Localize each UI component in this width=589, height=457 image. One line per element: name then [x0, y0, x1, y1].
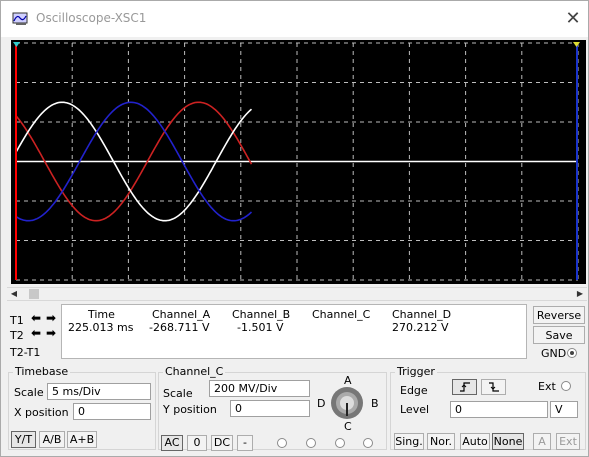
horizontal-scrollbar[interactable]: ◀ ▶	[7, 287, 587, 301]
value-channel-a: -268.711 V	[149, 321, 210, 334]
gnd-label: GND	[541, 347, 567, 360]
trigger-single-button[interactable]: Sing.	[394, 433, 424, 450]
channel-radio-4[interactable]	[363, 438, 373, 448]
trigger-source-ext-button[interactable]: Ext	[556, 433, 580, 450]
y-position-label: Y position	[163, 403, 217, 416]
save-button[interactable]: Save	[533, 326, 585, 344]
ext-radio[interactable]	[561, 381, 571, 391]
rising-edge-icon[interactable]	[452, 379, 477, 395]
knob-label-c: C	[344, 420, 352, 433]
mode-aplusb-button[interactable]: A+B	[67, 431, 97, 448]
reverse-button[interactable]: Reverse	[533, 306, 585, 324]
gnd-radio[interactable]	[567, 348, 577, 358]
x-position-label: X position	[14, 406, 69, 419]
scroll-thumb[interactable]	[29, 289, 39, 299]
trigger-title: Trigger	[395, 365, 437, 378]
header-channel-d: Channel_D	[392, 308, 452, 321]
scroll-left-icon[interactable]: ◀	[7, 288, 21, 300]
channel-selector-knob-icon[interactable]	[330, 386, 364, 420]
scroll-right-icon[interactable]: ▶	[573, 288, 587, 300]
timebase-scale-label: Scale	[14, 386, 44, 399]
mode-yt-button[interactable]: Y/T	[11, 431, 36, 448]
traces	[15, 101, 578, 222]
cursor-t2-marker[interactable]	[573, 42, 580, 47]
title-bar[interactable]: Oscilloscope-XSC1 ✕	[1, 1, 588, 37]
timebase-title: Timebase	[13, 365, 71, 378]
x-position-field[interactable]: 0	[73, 403, 151, 420]
header-time: Time	[88, 308, 115, 321]
header-channel-a: Channel_A	[152, 308, 211, 321]
level-label: Level	[400, 403, 430, 416]
cursor-t1-line[interactable]	[15, 43, 17, 280]
cursor-diff-label: T2-T1	[10, 346, 41, 359]
channel-radio-3[interactable]	[335, 438, 345, 448]
oscilloscope-window: Oscilloscope-XSC1 ✕ ◀ ▶ T1 ⬅ ➡ T2 ⬅ ➡ T2…	[0, 0, 589, 457]
cursor-t1-label: T1	[10, 314, 24, 327]
value-time: 225.013 ms	[68, 321, 134, 334]
measurement-readout: Time Channel_A Channel_B Channel_C Chann…	[61, 304, 527, 359]
coupling-minus-button[interactable]: -	[237, 435, 253, 451]
cursor-t2-label: T2	[10, 329, 24, 342]
t2-left-arrow-icon[interactable]: ⬅	[29, 327, 43, 341]
channel-radio-2[interactable]	[306, 438, 316, 448]
channel-title: Channel_C	[163, 365, 226, 378]
falling-edge-icon[interactable]	[481, 379, 506, 395]
knob-label-d: D	[317, 397, 326, 410]
coupling-zero-button[interactable]: 0	[187, 435, 207, 451]
coupling-dc-button[interactable]: DC	[211, 435, 233, 451]
channel-scale-field[interactable]: 200 MV/Div	[209, 380, 310, 397]
trigger-auto-button[interactable]: Auto	[460, 433, 490, 450]
trigger-level-unit[interactable]: V	[550, 401, 578, 418]
knob-label-b: B	[371, 397, 379, 410]
ext-label: Ext	[538, 380, 556, 393]
value-channel-b: -1.501 V	[237, 321, 284, 334]
channel-scale-label: Scale	[163, 387, 193, 400]
trigger-source-a-button[interactable]: A	[533, 433, 551, 450]
t2-right-arrow-icon[interactable]: ➡	[44, 327, 58, 341]
timebase-scale-field[interactable]: 5 ms/Div	[47, 383, 151, 400]
header-channel-c: Channel_C	[312, 308, 371, 321]
cursor-t1-marker[interactable]	[13, 42, 20, 47]
edge-label: Edge	[400, 384, 428, 397]
trigger-normal-button[interactable]: Nor.	[427, 433, 455, 450]
value-channel-d: 270.212 V	[392, 321, 449, 334]
coupling-ac-button[interactable]: AC	[161, 435, 183, 451]
close-button[interactable]: ✕	[561, 7, 585, 31]
y-position-field[interactable]: 0	[230, 400, 310, 417]
mode-ab-button[interactable]: A/B	[39, 431, 65, 448]
window-title: Oscilloscope-XSC1	[36, 11, 147, 25]
trigger-none-button[interactable]: None	[492, 433, 524, 450]
t1-right-arrow-icon[interactable]: ➡	[44, 312, 58, 326]
trigger-level-field[interactable]: 0	[450, 401, 548, 418]
oscilloscope-icon	[12, 12, 28, 25]
cursor-t2-line[interactable]	[576, 43, 578, 280]
channel-radio-1[interactable]	[277, 438, 287, 448]
oscilloscope-display[interactable]	[11, 40, 586, 284]
header-channel-b: Channel_B	[232, 308, 291, 321]
t1-left-arrow-icon[interactable]: ⬅	[29, 312, 43, 326]
